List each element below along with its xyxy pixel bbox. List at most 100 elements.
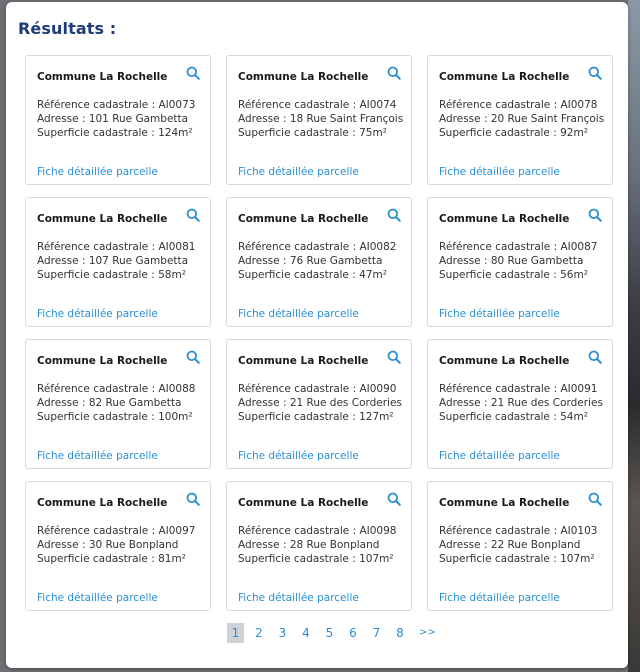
card-reference: Référence cadastrale : AI0074 — [238, 99, 397, 111]
results-panel: Résultats : Commune La Rochelle Référenc… — [6, 2, 628, 668]
card-area: Superficie cadastrale : 127m² — [238, 411, 394, 423]
search-icon[interactable] — [387, 208, 401, 222]
parcel-card: Commune La Rochelle Référence cadastrale… — [427, 339, 613, 469]
page-link-7[interactable]: 7 — [368, 623, 385, 643]
page-link-8[interactable]: 8 — [392, 623, 409, 643]
parcel-card: Commune La Rochelle Référence cadastrale… — [427, 481, 613, 611]
card-area: Superficie cadastrale : 107m² — [238, 553, 394, 565]
card-address: Adresse : 101 Rue Gambetta — [37, 113, 189, 125]
card-area: Superficie cadastrale : 107m² — [439, 553, 595, 565]
card-reference: Référence cadastrale : AI0098 — [238, 525, 397, 537]
card-details: Référence cadastrale : AI0091 Adresse : … — [439, 382, 603, 424]
parcel-card: Commune La Rochelle Référence cadastrale… — [226, 481, 412, 611]
card-commune-title: Commune La Rochelle — [439, 355, 570, 367]
card-area: Superficie cadastrale : 92m² — [439, 127, 588, 139]
card-address: Adresse : 28 Rue Bonpland — [238, 539, 380, 551]
card-reference: Référence cadastrale : AI0097 — [37, 525, 196, 537]
card-address: Adresse : 76 Rue Gambetta — [238, 255, 383, 267]
card-details: Référence cadastrale : AI0097 Adresse : … — [37, 524, 195, 566]
search-icon[interactable] — [588, 492, 602, 506]
card-reference: Référence cadastrale : AI0081 — [37, 241, 196, 253]
parcel-detail-link[interactable]: Fiche détaillée parcelle — [439, 166, 560, 178]
search-icon[interactable] — [186, 208, 200, 222]
card-area: Superficie cadastrale : 124m² — [37, 127, 193, 139]
parcel-detail-link[interactable]: Fiche détaillée parcelle — [238, 166, 359, 178]
parcel-card: Commune La Rochelle Référence cadastrale… — [25, 55, 211, 185]
card-area: Superficie cadastrale : 75m² — [238, 127, 387, 139]
card-commune-title: Commune La Rochelle — [37, 213, 168, 225]
card-details: Référence cadastrale : AI0087 Adresse : … — [439, 240, 597, 282]
parcel-detail-link[interactable]: Fiche détaillée parcelle — [37, 308, 158, 320]
parcel-card: Commune La Rochelle Référence cadastrale… — [226, 339, 412, 469]
card-area: Superficie cadastrale : 58m² — [37, 269, 186, 281]
parcel-card: Commune La Rochelle Référence cadastrale… — [427, 55, 613, 185]
page-link-5[interactable]: 5 — [321, 623, 338, 643]
parcel-card: Commune La Rochelle Référence cadastrale… — [226, 55, 412, 185]
parcel-card: Commune La Rochelle Référence cadastrale… — [25, 197, 211, 327]
page-link-1[interactable]: 1 — [227, 623, 244, 643]
card-area: Superficie cadastrale : 81m² — [37, 553, 186, 565]
search-icon[interactable] — [588, 66, 602, 80]
card-reference: Référence cadastrale : AI0082 — [238, 241, 397, 253]
card-reference: Référence cadastrale : AI0090 — [238, 383, 397, 395]
parcel-detail-link[interactable]: Fiche détaillée parcelle — [439, 592, 560, 604]
search-icon[interactable] — [588, 208, 602, 222]
search-icon[interactable] — [387, 66, 401, 80]
parcel-detail-link[interactable]: Fiche détaillée parcelle — [37, 450, 158, 462]
card-address: Adresse : 22 Rue Bonpland — [439, 539, 581, 551]
card-commune-title: Commune La Rochelle — [37, 71, 168, 83]
card-commune-title: Commune La Rochelle — [439, 497, 570, 509]
card-details: Référence cadastrale : AI0090 Adresse : … — [238, 382, 402, 424]
card-commune-title: Commune La Rochelle — [439, 71, 570, 83]
page-link-6[interactable]: 6 — [345, 623, 362, 643]
card-address: Adresse : 20 Rue Saint François — [439, 113, 605, 125]
card-commune-title: Commune La Rochelle — [238, 497, 369, 509]
card-commune-title: Commune La Rochelle — [238, 71, 369, 83]
card-address: Adresse : 21 Rue des Corderies — [439, 397, 603, 409]
parcel-detail-link[interactable]: Fiche détaillée parcelle — [238, 308, 359, 320]
results-title: Résultats : — [18, 19, 117, 38]
card-reference: Référence cadastrale : AI0103 — [439, 525, 598, 537]
page-link-3[interactable]: 3 — [274, 623, 291, 643]
card-details: Référence cadastrale : AI0074 Adresse : … — [238, 98, 403, 140]
search-icon[interactable] — [186, 66, 200, 80]
card-area: Superficie cadastrale : 100m² — [37, 411, 193, 423]
search-icon[interactable] — [387, 350, 401, 364]
page-link-4[interactable]: 4 — [298, 623, 315, 643]
parcel-detail-link[interactable]: Fiche détaillée parcelle — [439, 308, 560, 320]
parcel-detail-link[interactable]: Fiche détaillée parcelle — [238, 592, 359, 604]
parcel-detail-link[interactable]: Fiche détaillée parcelle — [37, 592, 158, 604]
search-icon[interactable] — [186, 350, 200, 364]
next-page-link[interactable]: >> — [419, 623, 436, 643]
card-details: Référence cadastrale : AI0082 Adresse : … — [238, 240, 396, 282]
card-area: Superficie cadastrale : 47m² — [238, 269, 387, 281]
results-grid: Commune La Rochelle Référence cadastrale… — [25, 55, 613, 611]
card-commune-title: Commune La Rochelle — [238, 355, 369, 367]
card-details: Référence cadastrale : AI0078 Adresse : … — [439, 98, 604, 140]
card-reference: Référence cadastrale : AI0078 — [439, 99, 598, 111]
parcel-detail-link[interactable]: Fiche détaillée parcelle — [439, 450, 560, 462]
parcel-detail-link[interactable]: Fiche détaillée parcelle — [238, 450, 359, 462]
parcel-card: Commune La Rochelle Référence cadastrale… — [25, 481, 211, 611]
card-reference: Référence cadastrale : AI0091 — [439, 383, 598, 395]
card-address: Adresse : 80 Rue Gambetta — [439, 255, 584, 267]
card-details: Référence cadastrale : AI0081 Adresse : … — [37, 240, 195, 282]
card-commune-title: Commune La Rochelle — [238, 213, 369, 225]
pagination: 1 2 3 4 5 6 7 8 >> — [227, 623, 443, 643]
card-area: Superficie cadastrale : 56m² — [439, 269, 588, 281]
parcel-card: Commune La Rochelle Référence cadastrale… — [226, 197, 412, 327]
card-address: Adresse : 82 Rue Gambetta — [37, 397, 182, 409]
card-details: Référence cadastrale : AI0088 Adresse : … — [37, 382, 195, 424]
page-link-2[interactable]: 2 — [251, 623, 268, 643]
search-icon[interactable] — [588, 350, 602, 364]
card-commune-title: Commune La Rochelle — [37, 497, 168, 509]
card-commune-title: Commune La Rochelle — [439, 213, 570, 225]
card-address: Adresse : 107 Rue Gambetta — [37, 255, 189, 267]
search-icon[interactable] — [387, 492, 401, 506]
card-address: Adresse : 30 Rue Bonpland — [37, 539, 179, 551]
background-photo-strip — [628, 0, 640, 672]
parcel-detail-link[interactable]: Fiche détaillée parcelle — [37, 166, 158, 178]
parcel-card: Commune La Rochelle Référence cadastrale… — [427, 197, 613, 327]
card-address: Adresse : 18 Rue Saint François — [238, 113, 404, 125]
search-icon[interactable] — [186, 492, 200, 506]
